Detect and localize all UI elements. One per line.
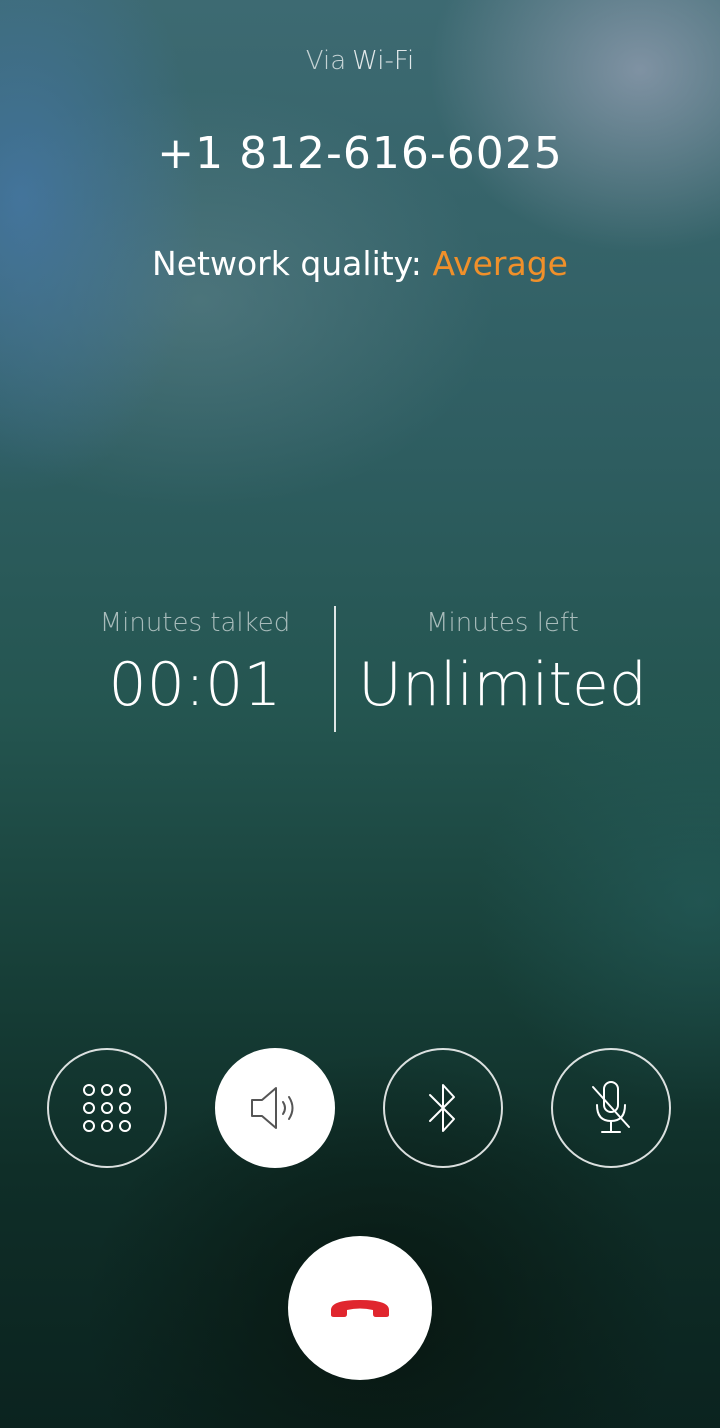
bluetooth-icon bbox=[429, 1084, 455, 1132]
network-type: Wi-Fi bbox=[352, 46, 415, 76]
call-stats: Minutes talked 00:01 Minutes left Unlimi… bbox=[0, 600, 720, 740]
keypad-icon bbox=[83, 1084, 131, 1132]
bluetooth-button[interactable] bbox=[383, 1048, 503, 1168]
end-call-button[interactable] bbox=[288, 1236, 432, 1380]
minutes-talked: Minutes talked 00:01 bbox=[40, 600, 350, 720]
minutes-left-value: Unlimited bbox=[358, 650, 647, 720]
minutes-talked-value: 00:01 bbox=[108, 650, 282, 720]
stats-divider bbox=[334, 606, 336, 732]
network-quality-value: Average bbox=[432, 244, 568, 283]
mic-off-icon bbox=[592, 1081, 630, 1133]
minutes-left: Minutes left Unlimited bbox=[350, 600, 655, 720]
network-quality-label: Network quality: bbox=[152, 244, 422, 283]
hangup-phone-icon bbox=[331, 1300, 389, 1317]
connection-status: Via Wi-Fi bbox=[0, 46, 720, 76]
keypad-button[interactable] bbox=[47, 1048, 167, 1168]
call-controls bbox=[0, 1048, 720, 1174]
minutes-talked-label: Minutes talked bbox=[99, 608, 291, 638]
speaker-icon bbox=[251, 1087, 294, 1129]
phone-number: +1 812-616-6025 bbox=[157, 128, 563, 179]
minutes-left-label: Minutes left bbox=[426, 608, 579, 638]
via-label: Via bbox=[305, 46, 347, 76]
speaker-button[interactable] bbox=[215, 1048, 335, 1168]
network-quality: Network quality: Average bbox=[0, 244, 720, 283]
mute-button[interactable] bbox=[551, 1048, 671, 1168]
